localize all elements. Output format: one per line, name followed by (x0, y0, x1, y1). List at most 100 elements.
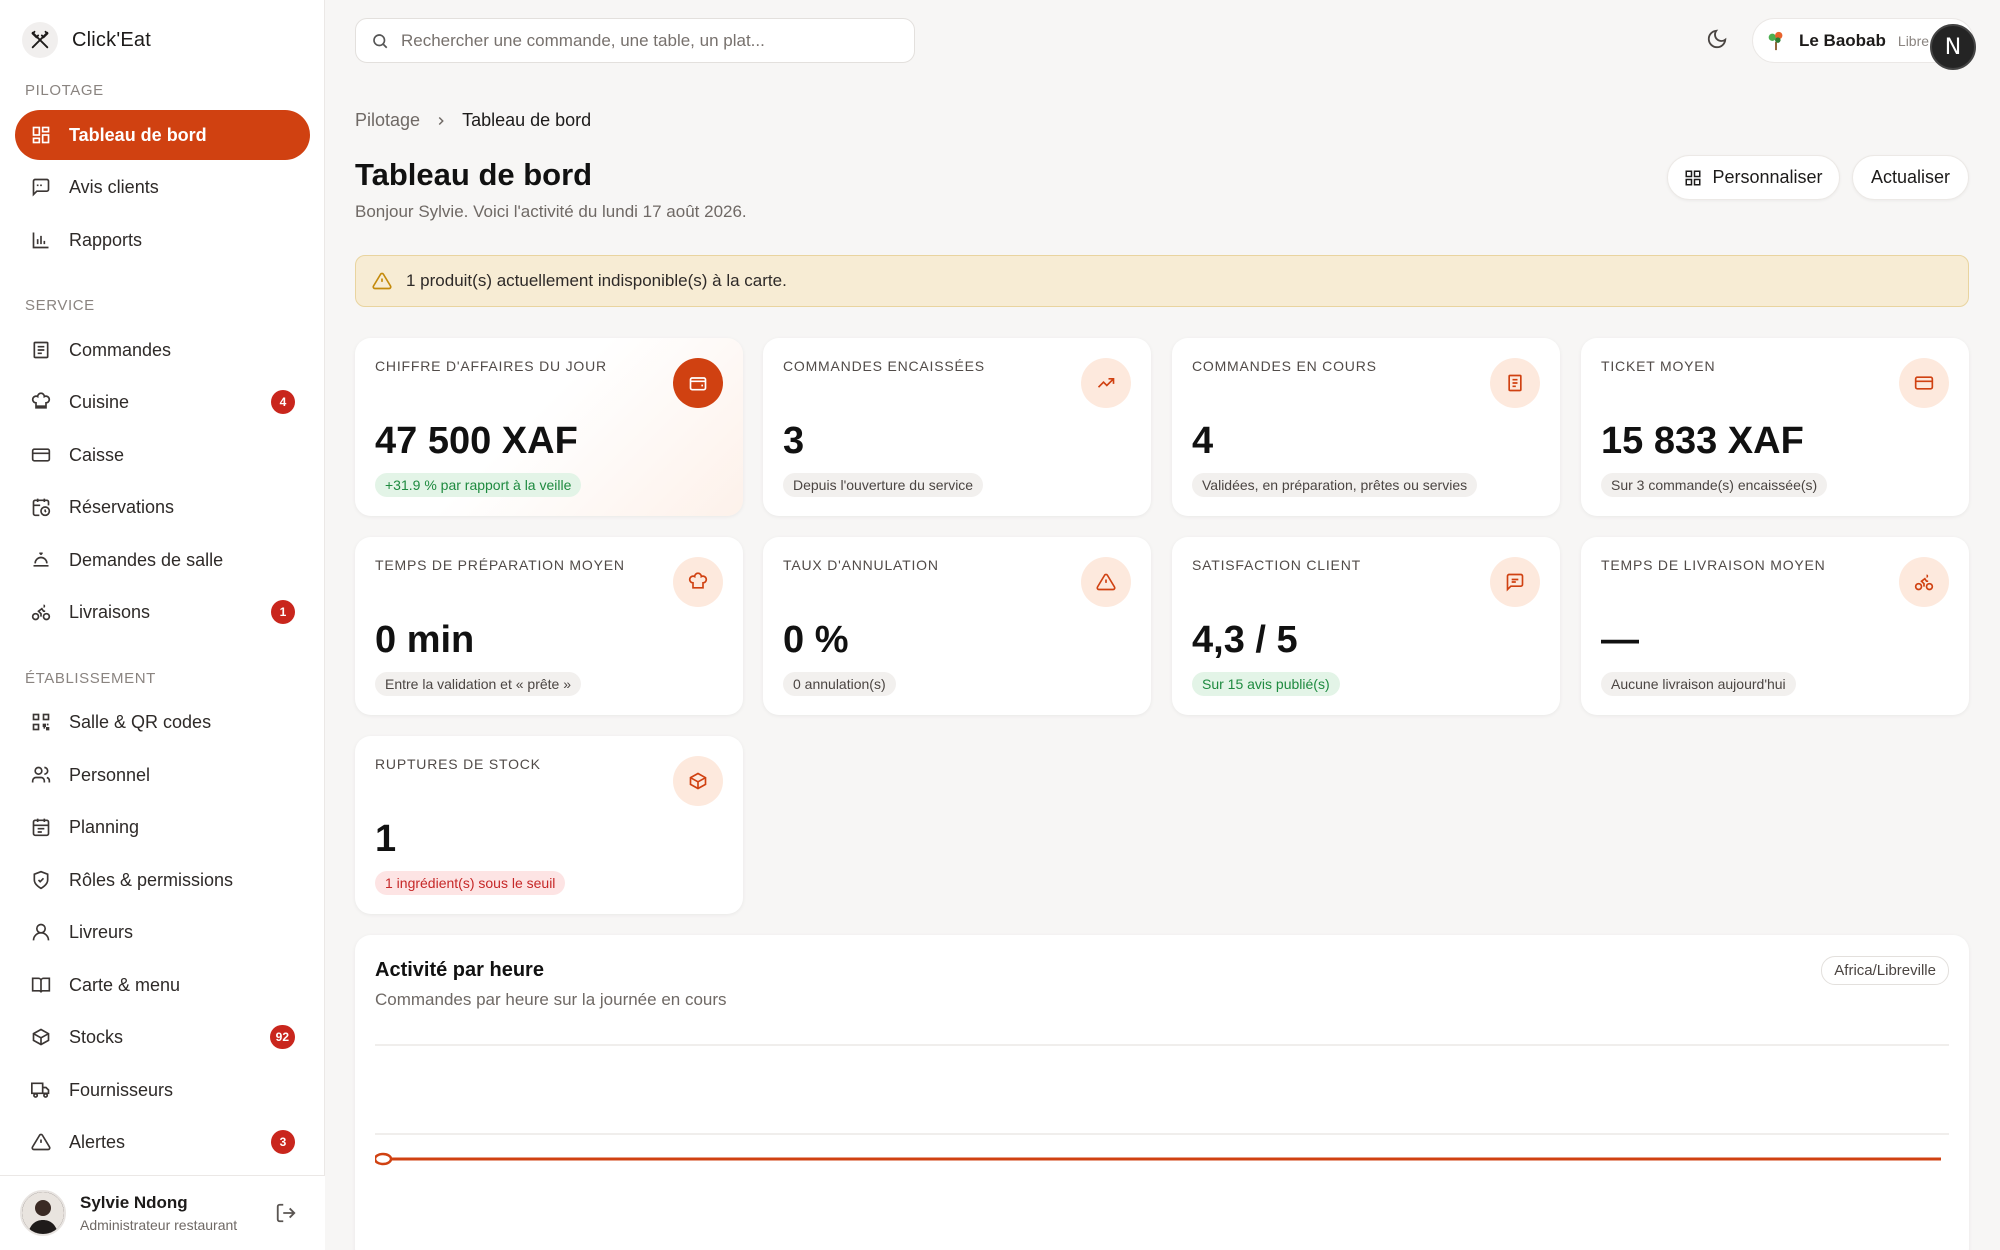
kpi-value: 3 (783, 420, 805, 462)
search-icon (371, 32, 389, 50)
page-subtitle: Bonjour Sylvie. Voici l'activité du lund… (355, 202, 747, 221)
orders-icon (29, 338, 53, 362)
kpi-value: 15 833 XAF (1601, 420, 1804, 462)
receipt-icon (1490, 358, 1540, 408)
utensils-logo-icon (22, 22, 58, 58)
hourly-activity-panel: Activité par heure Commandes par heure s… (355, 935, 1969, 1250)
book-icon (29, 973, 53, 997)
kpi-card-average-ticket[interactable]: Ticket moyen 15 833 XAF Sur 3 commande(s… (1581, 338, 1969, 516)
sidebar-item-label: Personnel (69, 764, 151, 785)
sidebar-item-label: Alertes (69, 1131, 126, 1152)
nav-section-etablissement: Établissement (25, 670, 156, 687)
breadcrumb-current: Tableau de bord (462, 110, 592, 130)
refresh-label: Actualiser (1870, 167, 1951, 187)
sidebar-item-label: Rôles & permissions (69, 869, 234, 890)
sidebar-item-planning[interactable]: Planning (15, 802, 310, 852)
sidebar-item-stocks[interactable]: Stocks 92 (15, 1012, 310, 1062)
sidebar-item-dashboard[interactable]: Tableau de bord (15, 110, 310, 160)
kpi-label: Taux d'annulation (783, 557, 939, 573)
unavailable-products-alert: 1 produit(s) actuellement indisponible(s… (355, 255, 1969, 307)
layout-grid-icon (1684, 169, 1702, 187)
sidebar-item-floor-requests[interactable]: Demandes de salle (15, 535, 310, 585)
activity-title: Activité par heure (375, 959, 544, 981)
kpi-card-satisfaction[interactable]: Satisfaction client 4,3 / 5 Sur 15 avis … (1172, 537, 1560, 715)
account-avatar[interactable]: N (1930, 24, 1976, 70)
breadcrumb-parent[interactable]: Pilotage (355, 110, 420, 131)
user-profile[interactable]: Sylvie Ndong Administrateur restaurant (0, 1175, 325, 1250)
restaurant-city: Libre (1897, 32, 1930, 49)
nav-section-service: Service (25, 297, 95, 314)
box-icon (673, 756, 723, 806)
sidebar-item-label: Réservations (69, 496, 175, 517)
sidebar-item-reviews[interactable]: Avis clients (15, 162, 310, 212)
sidebar-item-label: Commandes (69, 339, 172, 360)
customize-button[interactable]: Personnaliser (1667, 155, 1840, 200)
kpi-card-ongoing-orders[interactable]: Commandes en cours 4 Validées, en prépar… (1172, 338, 1560, 516)
hourly-activity-chart (375, 1044, 1949, 1166)
kpi-label: Temps de livraison moyen (1601, 557, 1826, 573)
warning-icon (29, 1130, 53, 1154)
sidebar-item-staff[interactable]: Personnel (15, 750, 310, 800)
user-icon (29, 920, 53, 944)
baobab-logo-icon (1765, 30, 1787, 52)
brand-name: Click'Eat (72, 28, 151, 51)
sidebar-item-kitchen[interactable]: Cuisine 4 (15, 377, 310, 427)
moon-icon[interactable] (1706, 28, 1728, 50)
sidebar-item-menu[interactable]: Carte & menu (15, 960, 310, 1010)
kpi-label: Chiffre d'affaires du jour (375, 358, 607, 374)
wallet-icon (673, 358, 723, 408)
sidebar-item-label: Stocks (69, 1026, 124, 1047)
chevron-right-icon (434, 114, 448, 128)
brand[interactable]: Click'Eat (22, 22, 151, 58)
kpi-label: Ruptures de stock (375, 756, 541, 772)
search-bar[interactable] (355, 18, 915, 63)
sidebar-item-label: Planning (69, 816, 140, 837)
kpi-card-stockouts[interactable]: Ruptures de stock 1 1 ingrédient(s) sous… (355, 736, 743, 914)
kpi-card-revenue[interactable]: Chiffre d'affaires du jour 47 500 XAF +3… (355, 338, 743, 516)
alerts-count-badge: 3 (271, 1130, 295, 1154)
sidebar-item-couriers[interactable]: Livreurs (15, 907, 310, 957)
credit-card-icon (1899, 358, 1949, 408)
sidebar-item-qr-codes[interactable]: Salle & QR codes (15, 697, 310, 747)
kpi-value: 0 % (783, 619, 849, 661)
service-bell-icon (29, 548, 53, 572)
sidebar-item-roles[interactable]: Rôles & permissions (15, 855, 310, 905)
bike-icon (1899, 557, 1949, 607)
stocks-count-badge: 92 (269, 1025, 295, 1049)
reviews-icon (29, 175, 53, 199)
sidebar-item-suppliers[interactable]: Fournisseurs (15, 1065, 310, 1115)
kpi-card-prep-time[interactable]: Temps de préparation moyen 0 min Entre l… (355, 537, 743, 715)
kpi-value: — (1601, 619, 1639, 661)
breadcrumb: Pilotage Tableau de bord (355, 110, 591, 131)
chef-hat-icon (29, 390, 53, 414)
dashboard-icon (29, 123, 53, 147)
refresh-button[interactable]: Actualiser (1852, 155, 1969, 200)
kpi-note: Depuis l'ouverture du service (783, 473, 984, 497)
calendar-icon (29, 815, 53, 839)
deliveries-count-badge: 1 (271, 600, 295, 624)
sidebar-item-label: Avis clients (69, 176, 159, 197)
sidebar-item-deliveries[interactable]: Livraisons 1 (15, 587, 310, 637)
sidebar-item-cashier[interactable]: Caisse (15, 430, 310, 480)
kpi-value: 1 (375, 818, 397, 860)
activity-point[interactable] (375, 1152, 393, 1166)
kpi-note: Sur 3 commande(s) encaissée(s) (1601, 473, 1828, 497)
kpi-card-cancellation-rate[interactable]: Taux d'annulation 0 % 0 annulation(s) (763, 537, 1151, 715)
search-input[interactable] (401, 30, 881, 51)
sidebar: Click'Eat Pilotage Tableau de bord Avis … (0, 0, 325, 1250)
kpi-card-delivery-time[interactable]: Temps de livraison moyen — Aucune livrai… (1581, 537, 1969, 715)
sidebar-item-alerts[interactable]: Alertes 3 (15, 1117, 310, 1167)
sidebar-item-reports[interactable]: Rapports (15, 215, 310, 265)
sidebar-item-orders[interactable]: Commandes (15, 325, 310, 375)
kitchen-count-badge: 4 (271, 390, 295, 414)
logout-icon[interactable] (275, 1202, 297, 1224)
sidebar-item-label: Rapports (69, 229, 143, 250)
activity-subtitle: Commandes par heure sur la journée en co… (375, 990, 727, 1009)
nav-section-pilotage: Pilotage (25, 82, 104, 99)
page-title: Tableau de bord (355, 157, 593, 192)
kpi-note: 0 annulation(s) (783, 672, 896, 696)
sidebar-item-reservations[interactable]: Réservations (15, 482, 310, 532)
kpi-card-paid-orders[interactable]: Commandes encaissées 3 Depuis l'ouvertur… (763, 338, 1151, 516)
warning-icon (1081, 557, 1131, 607)
truck-icon (29, 1078, 53, 1102)
